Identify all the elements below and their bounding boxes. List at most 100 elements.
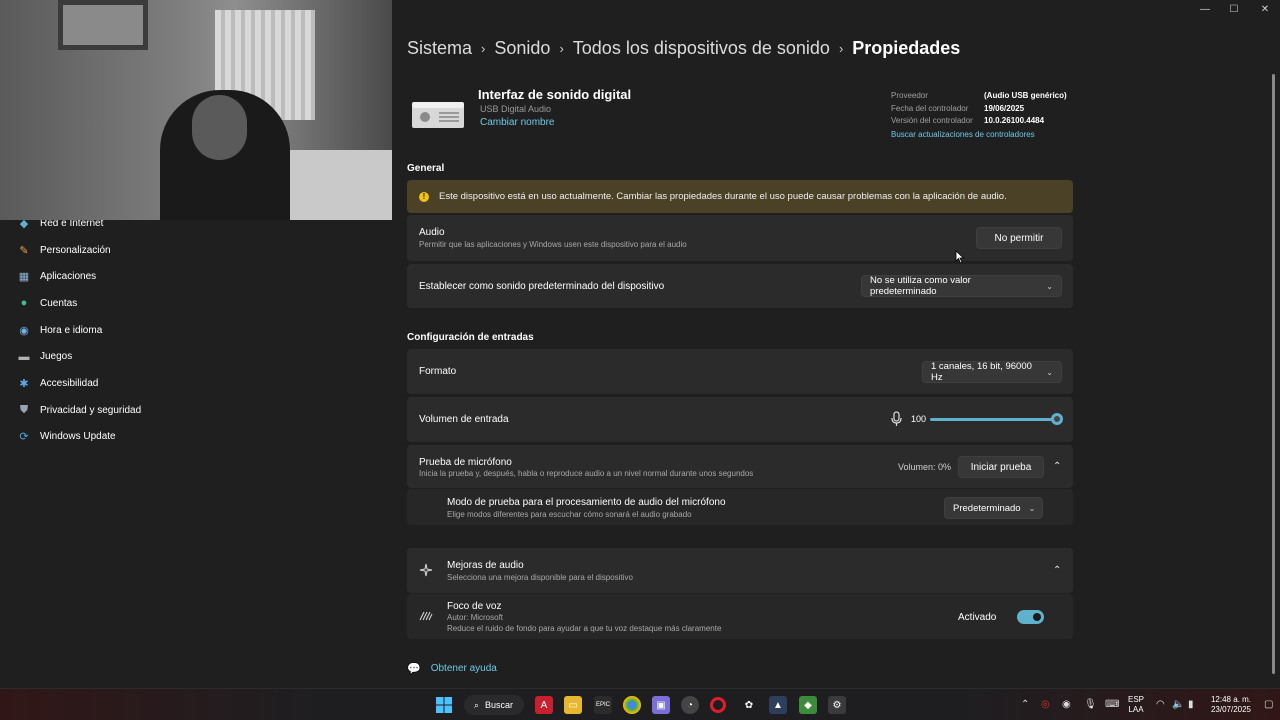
chrome-icon[interactable] [623,696,641,714]
sidebar-item-label: Privacidad y seguridad [40,404,142,416]
app-icon-3[interactable]: ◆ [799,696,817,714]
enhancements-label: Mejoras de audio [447,560,524,571]
close-button[interactable]: ✕ [1250,4,1280,18]
chevron-up-icon[interactable]: ⌃ [1053,461,1061,472]
test-mode-dropdown[interactable]: Predeterminado ⌄ [944,497,1043,519]
app-tray-icon[interactable]: ◎ [1041,699,1050,710]
help-link[interactable]: 💬 Obtener ayuda [407,662,497,675]
wifi-icon[interactable]: ◠ [1156,699,1165,710]
shield-icon: ⛊ [19,403,29,416]
sidebar-item-accounts[interactable]: ● Cuentas [0,290,392,317]
person-icon: ● [20,297,28,310]
rename-link[interactable]: Cambiar nombre [480,117,554,128]
voice-focus-desc: Reduce el ruido de fondo para ayudar a q… [447,624,722,633]
in-use-warning: ! Este dispositivo está en uso actualmen… [407,180,1073,213]
adobe-acrobat-icon[interactable]: A [535,696,553,714]
maximize-button[interactable]: ☐ [1219,4,1249,18]
globe-clock-icon: ◉ [19,324,29,337]
dropdown-value: Predeterminado [953,502,1021,514]
lang-bottom: LAA [1128,705,1144,714]
sidebar: ◆ Red e Internet ✎ Personalización ▦ Apl… [0,210,392,450]
voice-focus-state: Activado [958,612,997,623]
sidebar-item-apps[interactable]: ▦ Aplicaciones [0,263,392,290]
default-device-dropdown[interactable]: No se utiliza como valor predeterminado … [861,275,1062,297]
sidebar-item-label: Cuentas [40,297,78,309]
opera-icon[interactable] [710,697,726,713]
audio-label: Audio [419,227,445,238]
github-icon[interactable]: ◔ [681,696,699,714]
notification-icon[interactable]: ▢ [1264,699,1273,710]
chevron-up-icon[interactable]: ⌃ [1021,699,1029,710]
sidebar-item-windows-update[interactable]: ⟳ Windows Update [0,424,392,451]
language-indicator[interactable]: ESP LAA [1126,695,1146,715]
sidebar-item-gaming[interactable]: ▬ Juegos [0,343,392,370]
scrollbar[interactable] [1272,74,1275,674]
minimize-button[interactable]: — [1190,4,1220,18]
volume-slider-thumb[interactable] [1051,413,1063,425]
taskbar: ⌕ Buscar A ▭ EPIC ▣ ◔ ✿ ▲ ◆ ⚙ ⌃ ◎ ◉ 🎙 ⌨ … [0,688,1280,720]
steam-icon[interactable]: ◉ [1062,699,1071,710]
sidebar-item-personalization[interactable]: ✎ Personalización [0,237,392,264]
start-test-button[interactable]: Iniciar prueba [958,456,1044,478]
settings-taskbar-icon[interactable]: ⚙ [828,696,846,714]
webcam-overlay [0,0,392,220]
breadcrumb-sonido[interactable]: Sonido [494,38,550,59]
sidebar-item-label: Personalización [40,244,111,256]
file-explorer-icon[interactable]: ▭ [564,696,582,714]
sidebar-item-accessibility[interactable]: ✱ Accesibilidad [0,370,392,397]
breadcrumb-sistema[interactable]: Sistema [407,38,472,59]
chatgpt-icon[interactable]: ✿ [740,696,758,714]
gamepad-icon: ▬ [18,350,30,363]
sidebar-item-privacy[interactable]: ⛊ Privacidad y seguridad [0,397,392,424]
clock[interactable]: 12:48 a. m. 23/07/2025 [1204,695,1258,715]
sparkle-icon [419,563,433,577]
help-icon: 💬 [407,663,421,675]
epic-games-icon[interactable]: EPIC [594,696,612,714]
inputs-section-title: Configuración de entradas [407,332,534,343]
microphone-icon[interactable] [891,411,902,427]
chevron-up-icon[interactable]: ⌃ [1053,565,1061,576]
sound-device-icon [412,102,464,128]
apps-icon: ▦ [18,271,30,284]
audio-card [407,215,1073,261]
chevron-down-icon: ⌄ [1046,367,1053,377]
dropdown-value: No se utiliza como valor predeterminado [870,275,971,297]
volume-slider[interactable] [930,418,1058,421]
sidebar-item-label: Windows Update [40,431,116,443]
update-icon: ⟳ [19,431,29,444]
mic-test-volume: Volumen: 0% [898,462,952,472]
format-label: Formato [419,366,457,377]
sidebar-item-label: Juegos [40,351,73,363]
taskbar-search-label: Buscar [485,700,514,710]
disallow-button[interactable]: No permitir [976,227,1062,249]
chevron-down-icon: ⌄ [1028,503,1036,513]
battery-icon[interactable]: ▮ [1188,699,1194,710]
mic-test-label: Prueba de micrófono [419,457,512,468]
app-icon[interactable]: ▣ [652,696,670,714]
chevron-right-icon: › [559,41,564,56]
windows-logo-icon [436,697,452,713]
format-dropdown[interactable]: 1 canales, 16 bit, 96000 Hz ⌄ [922,361,1062,383]
volume-icon[interactable]: 🔈 [1172,699,1184,710]
lang-top: ESP [1127,695,1144,704]
mouse-cursor [955,250,965,264]
volume-value: 100 [911,414,927,424]
driver-info: Proveedor (Audio USB genérico) Fecha del … [891,89,1067,141]
general-section-title: General [407,163,445,174]
volume-label: Volumen de entrada [419,414,509,425]
taskbar-search[interactable]: ⌕ Buscar [464,695,524,715]
keyboard-icon[interactable]: ⌨ [1105,699,1119,710]
clock-date: 23/07/2025 [1210,705,1252,714]
start-button[interactable] [435,696,453,714]
help-label: Obtener ayuda [430,663,497,674]
sidebar-item-label: Aplicaciones [40,271,97,283]
voice-focus-toggle[interactable] [1017,610,1044,624]
breadcrumb-all-devices[interactable]: Todos los dispositivos de sonido [573,38,830,59]
microphone-tray-icon[interactable]: 🎙 [1084,699,1097,710]
provider-value: (Audio USB genérico) [984,90,1067,100]
search-icon: ⌕ [474,699,480,710]
driver-date-value: 19/06/2025 [984,103,1025,113]
driver-update-link[interactable]: Buscar actualizaciones de controladores [891,128,1067,141]
app-icon-2[interactable]: ▲ [769,696,787,714]
sidebar-item-time-language[interactable]: ◉ Hora e idioma [0,317,392,344]
